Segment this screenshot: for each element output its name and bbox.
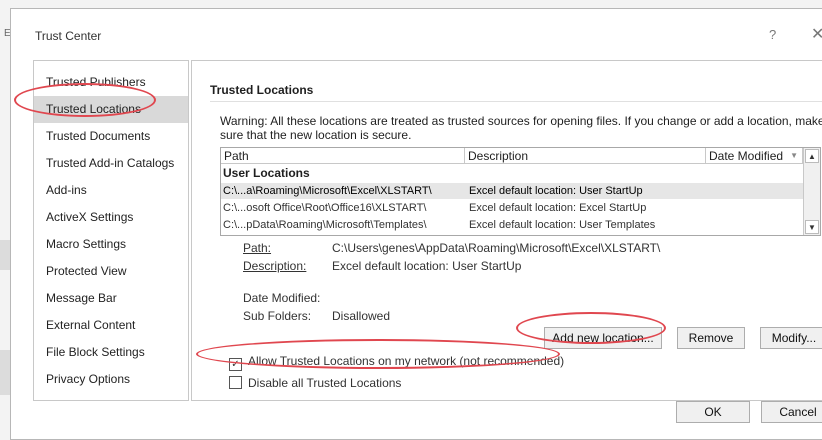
table-row[interactable]: C:\...a\Roaming\Microsoft\Excel\XLSTART\…: [221, 183, 803, 199]
disable-all-checkbox[interactable]: [229, 376, 242, 389]
group-header-user-locations: User Locations: [223, 166, 310, 180]
nav-item-message-bar[interactable]: Message Bar: [34, 285, 188, 312]
path-value: C:\Users\genes\AppData\Roaming\Microsoft…: [332, 241, 661, 255]
sort-chevron-icon: ▼: [790, 151, 798, 160]
cell-description: Excel default location: User StartUp: [469, 185, 643, 197]
help-icon[interactable]: ?: [769, 27, 776, 42]
ok-button[interactable]: OK: [676, 401, 750, 423]
nav-item-trusted-documents[interactable]: Trusted Documents: [34, 123, 188, 150]
allow-network-label: Allow Trusted Locations on my network (n…: [248, 354, 565, 368]
column-header-description[interactable]: Description: [465, 148, 706, 164]
warning-text: Warning: All these locations are treated…: [220, 114, 822, 142]
cancel-button[interactable]: Cancel: [761, 401, 822, 423]
trusted-locations-panel: Trusted Locations Warning: All these loc…: [191, 60, 822, 401]
nav-item-macro-settings[interactable]: Macro Settings: [34, 231, 188, 258]
nav-item-trusted-publishers[interactable]: Trusted Publishers: [34, 69, 188, 96]
cell-description: Excel default location: User Templates: [469, 219, 656, 231]
remove-button[interactable]: Remove: [677, 327, 745, 349]
subfolders-value: Disallowed: [332, 309, 391, 323]
trust-center-dialog: Trust Center ? ✕ Trusted Publishers Trus…: [10, 8, 822, 440]
allow-network-option[interactable]: ✓ Allow Trusted Locations on my network (…: [229, 354, 564, 371]
allow-network-checkbox[interactable]: ✓: [229, 358, 242, 371]
add-new-location-button[interactable]: Add new location...: [544, 327, 662, 349]
path-label: Path:: [243, 241, 272, 255]
nav-item-trusted-addin-catalogs[interactable]: Trusted Add-in Catalogs: [34, 150, 188, 177]
cell-path: C:\...osoft Office\Root\Office16\XLSTART…: [223, 202, 427, 214]
nav-item-privacy-options[interactable]: Privacy Options: [34, 366, 188, 393]
section-title: Trusted Locations: [210, 83, 314, 97]
column-header-date-modified[interactable]: Date Modified ▼: [706, 148, 803, 164]
nav-item-file-block-settings[interactable]: File Block Settings: [34, 339, 188, 366]
table-row[interactable]: C:\...osoft Office\Root\Office16\XLSTART…: [221, 200, 803, 216]
disable-all-option[interactable]: Disable all Trusted Locations: [229, 376, 401, 390]
cell-path: C:\...a\Roaming\Microsoft\Excel\XLSTART\: [223, 185, 432, 197]
disable-all-label: Disable all Trusted Locations: [248, 376, 402, 390]
scroll-down-icon[interactable]: ▼: [805, 220, 819, 234]
nav-item-addins[interactable]: Add-ins: [34, 177, 188, 204]
dialog-titlebar: Trust Center ? ✕: [11, 9, 822, 51]
locations-table: Path Description Date Modified ▼ User Lo…: [220, 147, 821, 236]
scroll-up-icon[interactable]: ▲: [805, 149, 819, 163]
close-icon[interactable]: ✕: [811, 24, 822, 44]
nav-item-external-content[interactable]: External Content: [34, 312, 188, 339]
column-header-label: Date Modified: [709, 149, 784, 163]
category-nav: Trusted Publishers Trusted Locations Tru…: [33, 60, 189, 401]
table-row[interactable]: C:\...pData\Roaming\Microsoft\Templates\…: [221, 217, 803, 233]
description-label: Description:: [243, 259, 307, 273]
nav-item-protected-view[interactable]: Protected View: [34, 258, 188, 285]
cell-path: C:\...pData\Roaming\Microsoft\Templates\: [223, 219, 427, 231]
modify-button[interactable]: Modify...: [760, 327, 822, 349]
cell-description: Excel default location: Excel StartUp: [469, 202, 647, 214]
subfolders-label: Sub Folders:: [243, 309, 312, 323]
column-header-path[interactable]: Path: [221, 148, 465, 164]
description-value: Excel default location: User StartUp: [332, 259, 522, 273]
background-window-edge: [0, 350, 10, 395]
background-window-edge: [0, 240, 10, 270]
section-divider: [210, 101, 822, 102]
table-scrollbar[interactable]: ▲ ▼: [803, 148, 820, 235]
dialog-title: Trust Center: [35, 29, 102, 43]
nav-item-activex-settings[interactable]: ActiveX Settings: [34, 204, 188, 231]
nav-item-trusted-locations[interactable]: Trusted Locations: [34, 96, 188, 123]
date-modified-label: Date Modified:: [243, 291, 321, 305]
